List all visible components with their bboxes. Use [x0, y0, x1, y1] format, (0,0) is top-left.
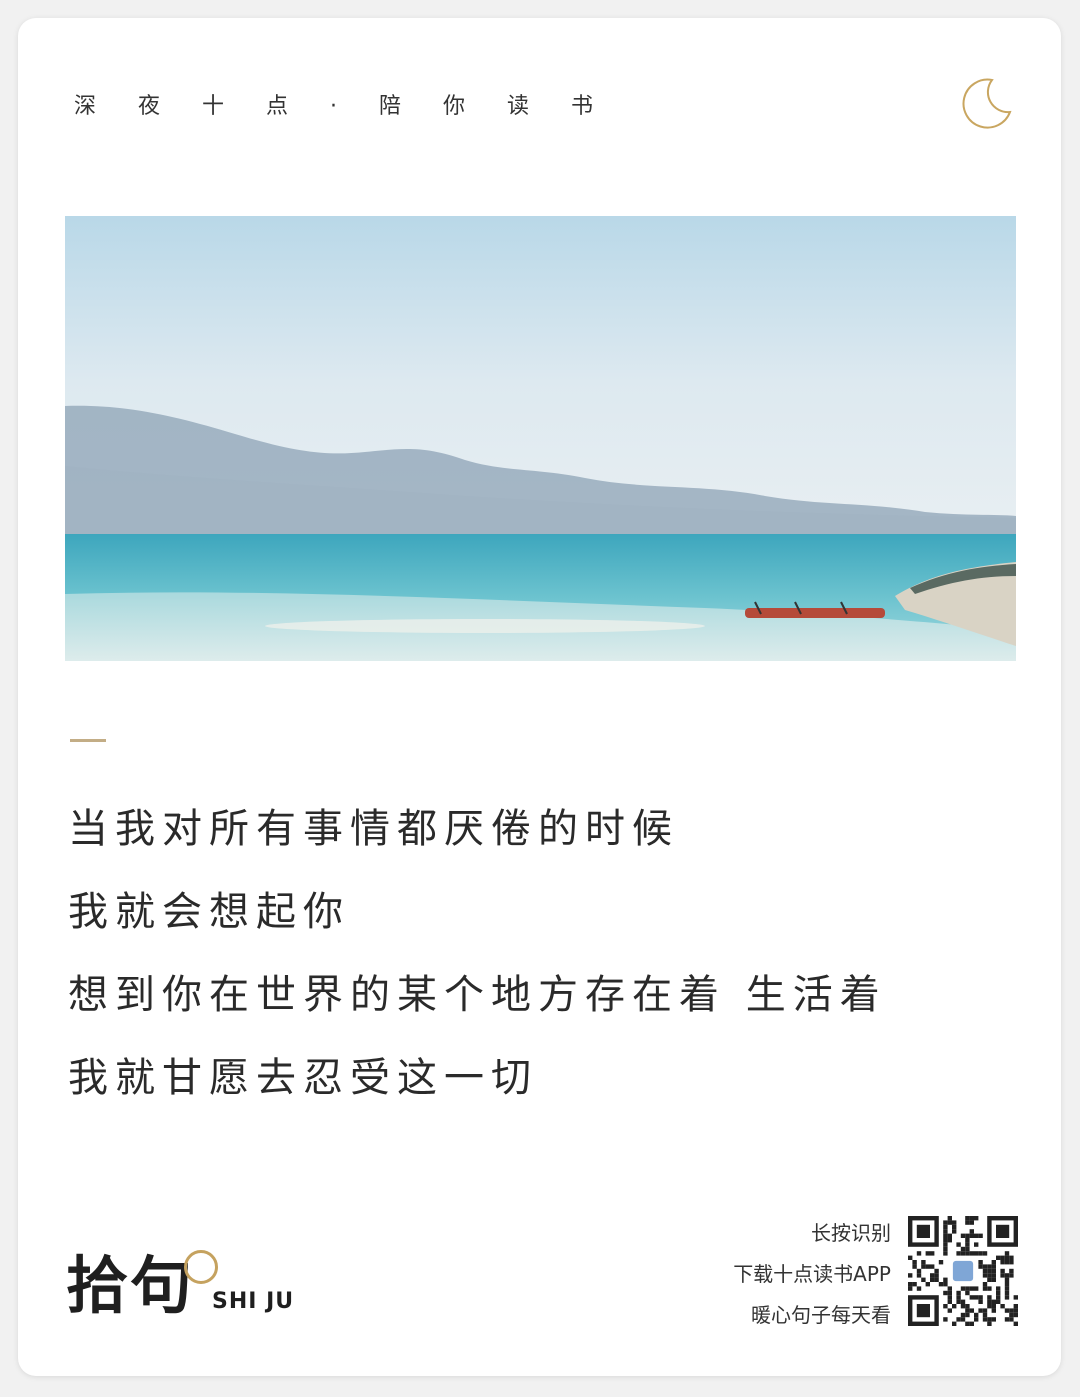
moon-icon	[958, 74, 1016, 132]
quote-text: 当我对所有事情都厌倦的时候 我就会想起你 想到你在世界的某个地方存在着 生活着 …	[68, 788, 1028, 1120]
quote-line: 想到你在世界的某个地方存在着 生活着	[68, 972, 887, 1018]
qr-caption: 长按识别 下载十点读书APP 暖心句子每天看	[733, 1213, 891, 1336]
accent-divider	[70, 739, 106, 742]
brand-name-en: SHI JU	[212, 1289, 295, 1314]
qr-code-icon[interactable]	[908, 1216, 1018, 1326]
header-title: 深夜十点·陪你读书	[74, 94, 635, 119]
brand-circle-icon	[184, 1250, 218, 1284]
brand-name-cn: 拾句	[66, 1249, 195, 1322]
qr-caption-line: 长按识别	[811, 1221, 891, 1245]
quote-line: 当我对所有事情都厌倦的时候	[68, 806, 679, 852]
quote-line: 我就甘愿去忍受这一切	[68, 1055, 538, 1101]
quote-line: 我就会想起你	[68, 889, 350, 935]
qr-caption-line: 下载十点读书APP	[733, 1262, 891, 1286]
quote-card: 深夜十点·陪你读书 当我对所有事情都厌倦的时候 我就会想起你 想到你在世界的某个…	[18, 18, 1061, 1376]
qr-caption-line: 暖心句子每天看	[751, 1303, 891, 1327]
seascape-photo	[65, 216, 1016, 661]
